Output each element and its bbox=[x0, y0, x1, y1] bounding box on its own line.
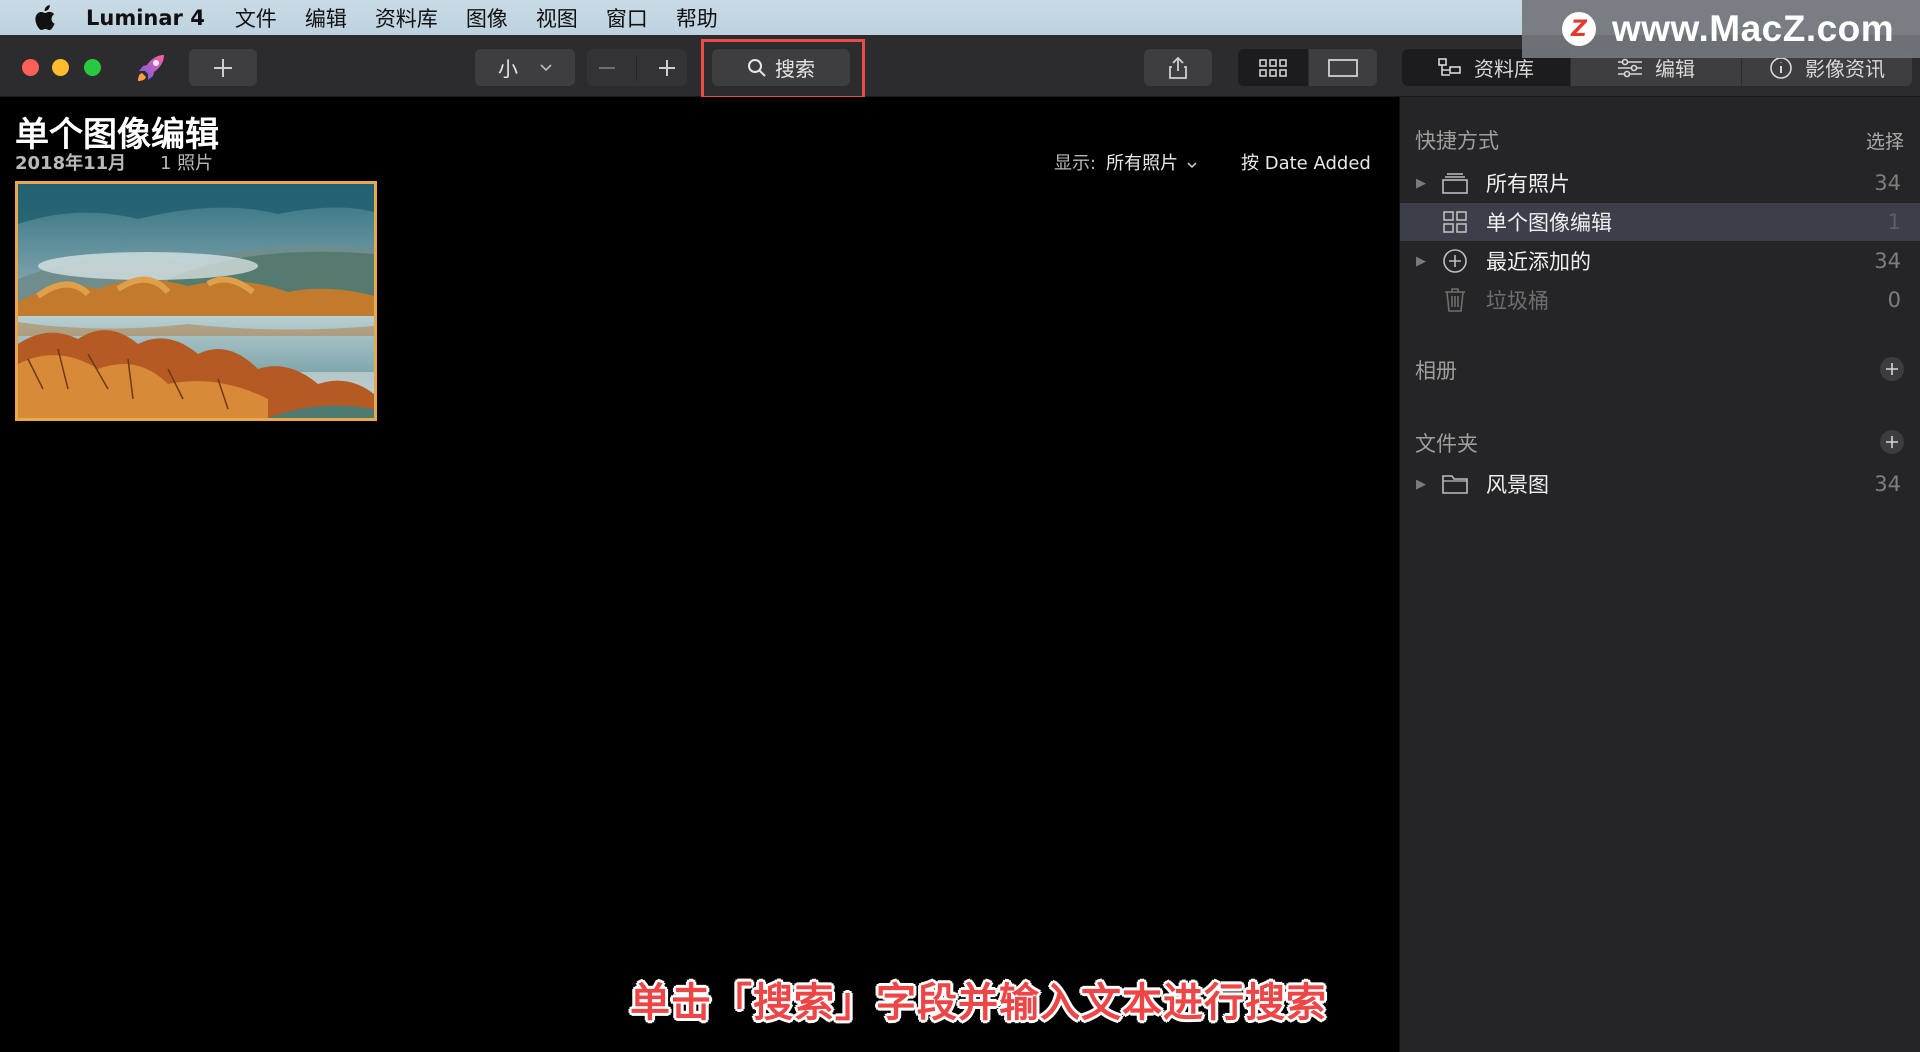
close-window-button[interactable] bbox=[22, 59, 39, 76]
albums-heading: 相册 bbox=[1415, 359, 1457, 383]
trash-icon bbox=[1440, 285, 1470, 315]
library-icon bbox=[1438, 57, 1461, 76]
menu-help[interactable]: 帮助 bbox=[676, 3, 718, 33]
single-view-button[interactable] bbox=[1309, 49, 1377, 86]
menu-image[interactable]: 图像 bbox=[466, 3, 508, 33]
apple-icon[interactable] bbox=[30, 4, 58, 32]
grid-icon bbox=[1259, 58, 1287, 77]
share-icon bbox=[1169, 56, 1187, 79]
photo-count: 1 照片 bbox=[160, 153, 214, 174]
sidebar-item-count: 0 bbox=[1887, 288, 1901, 312]
share-button[interactable] bbox=[1144, 49, 1212, 86]
grid-view-button[interactable] bbox=[1238, 49, 1308, 86]
sidebar-item-label: 所有照片 bbox=[1486, 172, 1570, 196]
sidebar-item-count: 34 bbox=[1874, 249, 1901, 273]
sidebar-item-label: 最近添加的 bbox=[1486, 250, 1591, 274]
filter-value: 所有照片 bbox=[1106, 153, 1179, 174]
landscape-photo bbox=[18, 184, 374, 418]
sidebar-item-label: 垃圾桶 bbox=[1486, 289, 1549, 313]
sidebar-item-all-photos[interactable]: ▶ 所有照片 34 bbox=[1400, 164, 1920, 202]
zoom-stepper bbox=[587, 49, 687, 86]
watermark: Z www.MacZ.com bbox=[1522, 0, 1920, 58]
thumbnail-size-value: 小 bbox=[498, 57, 518, 81]
filter-dropdown[interactable]: 显示: 所有照片 bbox=[1054, 149, 1197, 175]
watermark-logo-icon: Z bbox=[1562, 12, 1596, 46]
shortcuts-heading: 快捷方式 bbox=[1415, 129, 1499, 153]
sidebar-item-recently-added[interactable]: ▶ 最近添加的 34 bbox=[1400, 242, 1920, 280]
filter-label: 显示: bbox=[1054, 153, 1097, 174]
menu-window[interactable]: 窗口 bbox=[606, 3, 648, 33]
zoom-in-icon[interactable] bbox=[657, 58, 677, 78]
folders-heading: 文件夹 bbox=[1415, 432, 1478, 456]
sidebar-item-folder-landscapes[interactable]: ▶ 风景图 34 bbox=[1400, 465, 1920, 503]
minimize-window-button[interactable] bbox=[52, 59, 69, 76]
search-highlight-box bbox=[701, 39, 865, 99]
rocket-icon[interactable] bbox=[134, 51, 168, 89]
thumbnail-size-select[interactable]: 小 bbox=[475, 49, 575, 86]
menu-view[interactable]: 视图 bbox=[536, 3, 578, 33]
chevron-down-icon bbox=[1187, 162, 1197, 169]
plus-icon bbox=[214, 58, 232, 77]
sidebar-item-count: 34 bbox=[1874, 472, 1901, 496]
sidebar-item-label: 风景图 bbox=[1486, 473, 1549, 497]
plus-circle-icon bbox=[1440, 246, 1470, 276]
grid-icon bbox=[1440, 207, 1470, 237]
single-image-icon bbox=[1328, 58, 1358, 77]
add-album-button[interactable] bbox=[1880, 357, 1904, 381]
plus-icon bbox=[1886, 363, 1898, 375]
info-icon bbox=[1770, 56, 1792, 79]
tutorial-caption: 单击「搜索」字段并输入文本进行搜索 bbox=[630, 980, 1327, 1026]
zoom-window-button[interactable] bbox=[84, 59, 101, 76]
sidebar-item-count: 34 bbox=[1874, 171, 1901, 195]
sidebar-item-trash[interactable]: 垃圾桶 0 bbox=[1400, 281, 1920, 319]
menu-app-name[interactable]: Luminar 4 bbox=[86, 6, 205, 30]
menu-file[interactable]: 文件 bbox=[235, 3, 277, 33]
photo-stack-icon bbox=[1440, 168, 1470, 198]
library-sidebar: 快捷方式 选择 ▶ 所有照片 34 单个图像编辑 1 ▶ 最近添加的 34 垃圾… bbox=[1399, 97, 1920, 1052]
disclosure-triangle-icon[interactable]: ▶ bbox=[1416, 176, 1430, 191]
library-main: 单个图像编辑 2018年11月 1 照片 显示: 所有照片 按 Date Adde… bbox=[0, 97, 1399, 1052]
disclosure-triangle-icon[interactable]: ▶ bbox=[1416, 477, 1430, 492]
select-button[interactable]: 选择 bbox=[1866, 127, 1904, 154]
menu-library[interactable]: 资料库 bbox=[375, 3, 438, 33]
add-folder-button[interactable] bbox=[1880, 430, 1904, 454]
sort-dropdown[interactable]: 按 Date Added bbox=[1241, 149, 1371, 175]
sidebar-item-label: 单个图像编辑 bbox=[1486, 211, 1612, 235]
add-photos-button[interactable] bbox=[189, 49, 257, 86]
chevron-down-icon bbox=[540, 63, 552, 71]
photo-thumbnail[interactable] bbox=[15, 181, 377, 421]
plus-icon bbox=[1886, 436, 1898, 448]
folder-icon bbox=[1440, 469, 1470, 499]
watermark-text: www.MacZ.com bbox=[1612, 8, 1895, 49]
zoom-out-icon[interactable] bbox=[597, 58, 617, 78]
menu-edit[interactable]: 编辑 bbox=[305, 3, 347, 33]
sidebar-item-single-edits[interactable]: 单个图像编辑 1 bbox=[1400, 203, 1920, 241]
disclosure-triangle-icon[interactable]: ▶ bbox=[1416, 254, 1430, 269]
date-group-label: 2018年11月 bbox=[15, 153, 127, 174]
sliders-icon bbox=[1618, 58, 1642, 77]
sidebar-item-count: 1 bbox=[1887, 210, 1901, 234]
